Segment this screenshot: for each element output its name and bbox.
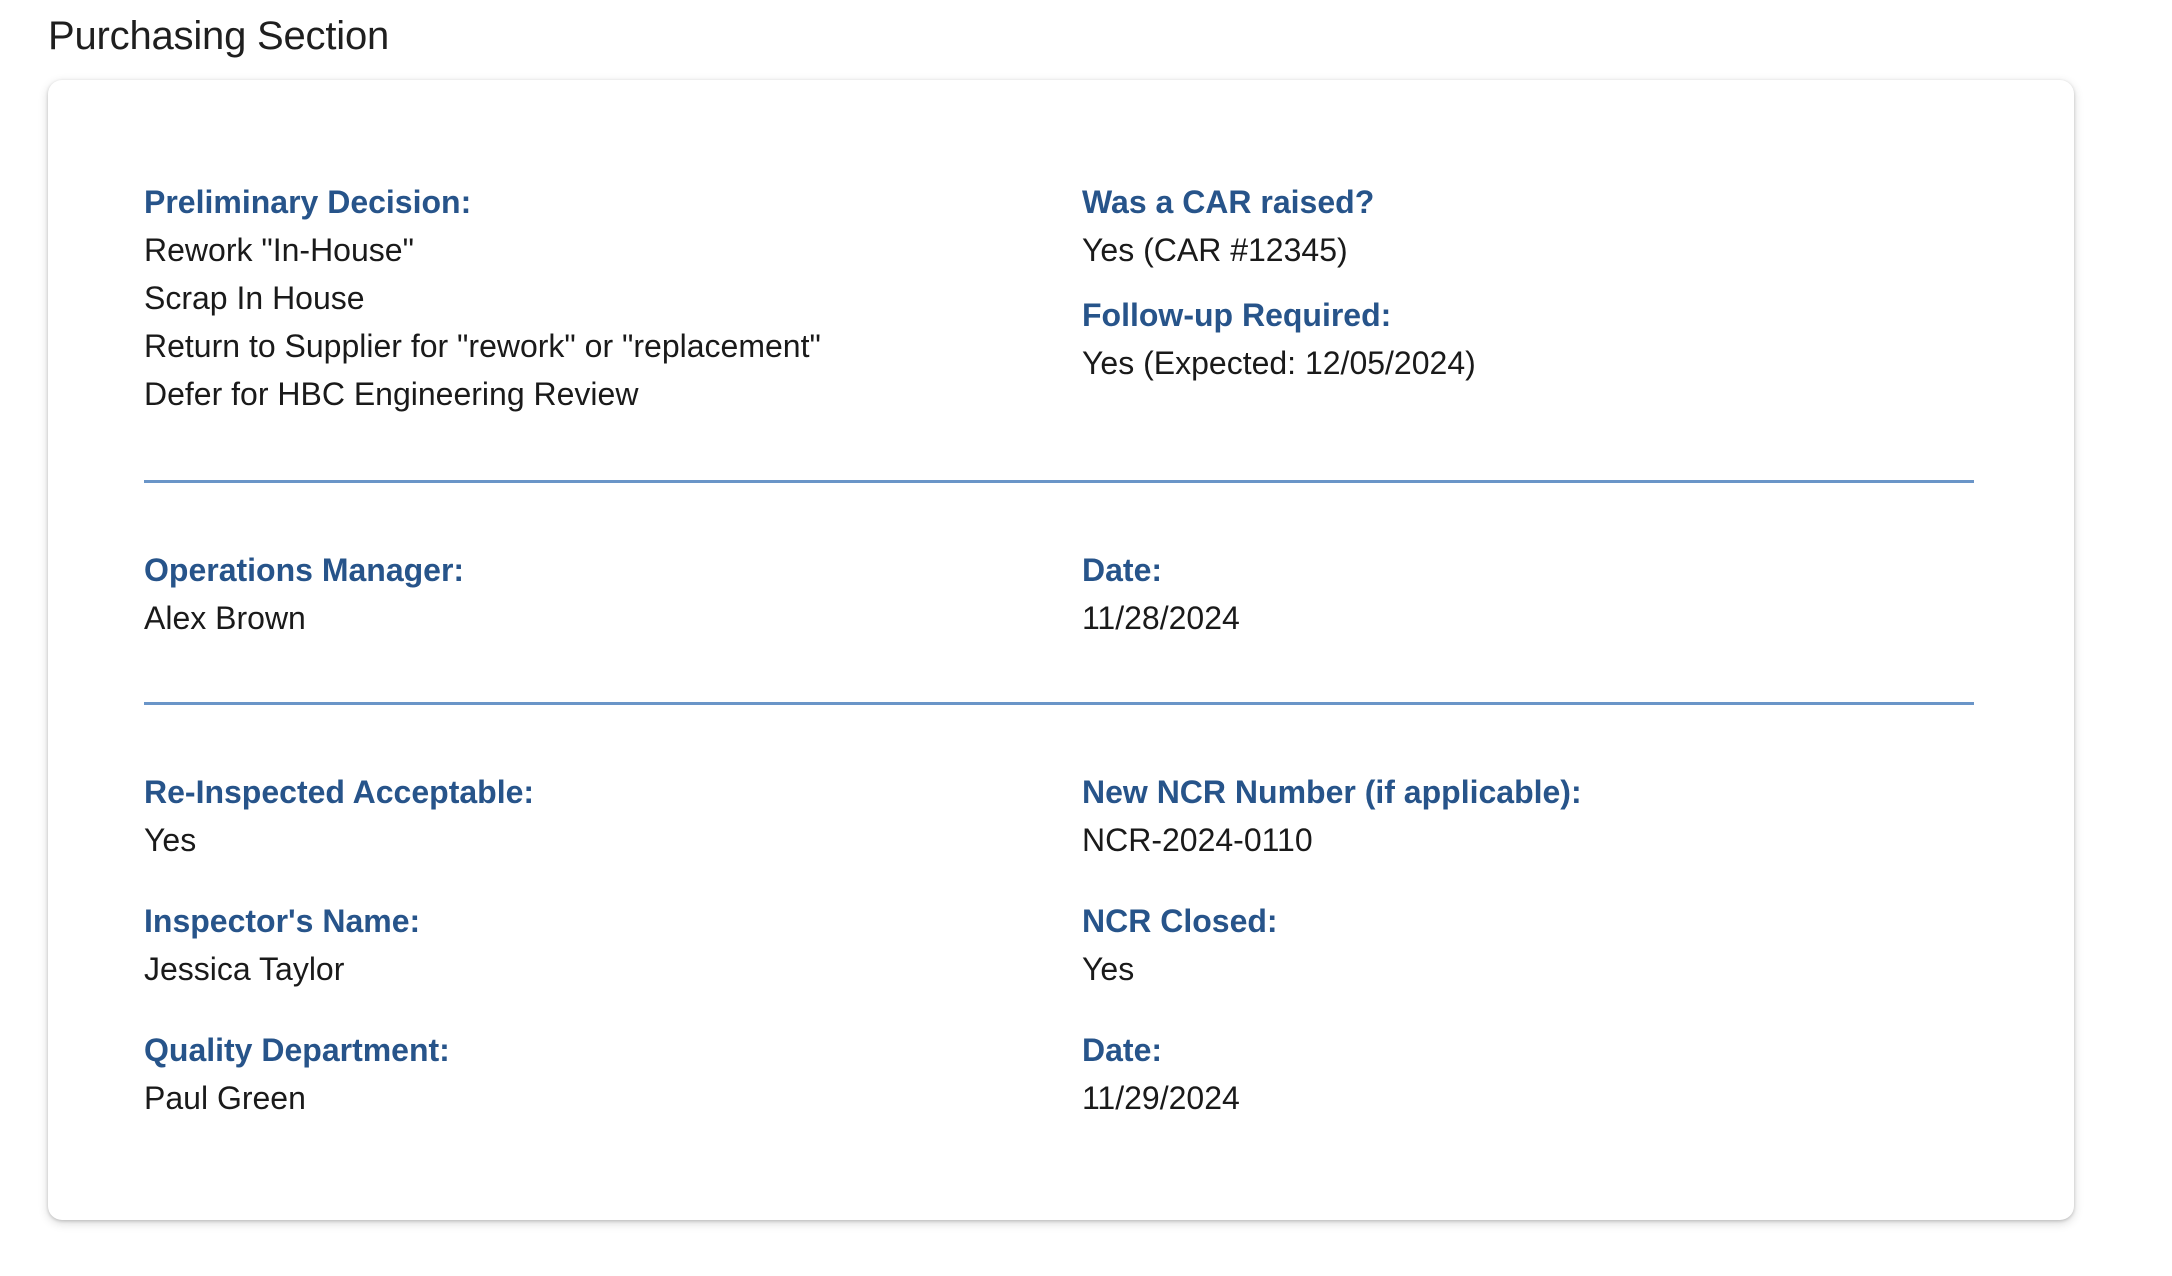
quality-department-value: Paul Green (144, 1080, 306, 1116)
preliminary-decision-option: Rework "In-House" (144, 232, 414, 268)
page: Purchasing Section Preliminary Decision:… (0, 0, 2172, 1276)
section-divider (144, 702, 1974, 705)
preliminary-decision-label: Preliminary Decision: (144, 184, 472, 220)
ncr-closed-label: NCR Closed: (1082, 903, 1278, 939)
operations-date-value: 11/28/2024 (1082, 600, 1240, 636)
new-ncr-value: NCR-2024-0110 (1082, 822, 1313, 858)
follow-up-block: Follow-up Required: Yes (Expected: 12/05… (1082, 291, 1476, 387)
quality-department-block: Quality Department: Paul Green (144, 1026, 450, 1122)
purchasing-card: Preliminary Decision: Rework "In-House" … (48, 80, 2074, 1220)
preliminary-decision-option: Scrap In House (144, 280, 365, 316)
car-raised-label: Was a CAR raised? (1082, 184, 1375, 220)
reinspected-label: Re-Inspected Acceptable: (144, 774, 535, 810)
preliminary-decision-option: Return to Supplier for "rework" or "repl… (144, 328, 821, 364)
operations-manager-block: Operations Manager: Alex Brown (144, 546, 464, 642)
follow-up-value: Yes (Expected: 12/05/2024) (1082, 345, 1476, 381)
operations-date-label: Date: (1082, 552, 1163, 588)
section-divider (144, 480, 1974, 483)
inspector-label: Inspector's Name: (144, 903, 421, 939)
car-raised-value: Yes (CAR #12345) (1082, 232, 1348, 268)
reinspected-block: Re-Inspected Acceptable: Yes (144, 768, 534, 864)
operations-date-block: Date: 11/28/2024 (1082, 546, 1240, 642)
preliminary-decision-block: Preliminary Decision: Rework "In-House" … (144, 178, 821, 418)
follow-up-label: Follow-up Required: (1082, 297, 1392, 333)
operations-manager-label: Operations Manager: (144, 552, 465, 588)
quality-date-value: 11/29/2024 (1082, 1080, 1240, 1116)
quality-date-block: Date: 11/29/2024 (1082, 1026, 1240, 1122)
inspector-block: Inspector's Name: Jessica Taylor (144, 897, 420, 993)
section-title: Purchasing Section (48, 14, 390, 58)
ncr-closed-value: Yes (1082, 951, 1135, 987)
operations-manager-value: Alex Brown (144, 600, 306, 636)
inspector-value: Jessica Taylor (144, 951, 345, 987)
preliminary-decision-option: Defer for HBC Engineering Review (144, 376, 639, 412)
new-ncr-block: New NCR Number (if applicable): NCR-2024… (1082, 768, 1582, 864)
quality-date-label: Date: (1082, 1032, 1163, 1068)
quality-department-label: Quality Department: (144, 1032, 450, 1068)
reinspected-value: Yes (144, 822, 197, 858)
ncr-closed-block: NCR Closed: Yes (1082, 897, 1278, 993)
new-ncr-label: New NCR Number (if applicable): (1082, 774, 1582, 810)
car-raised-block: Was a CAR raised? Yes (CAR #12345) (1082, 178, 1374, 274)
